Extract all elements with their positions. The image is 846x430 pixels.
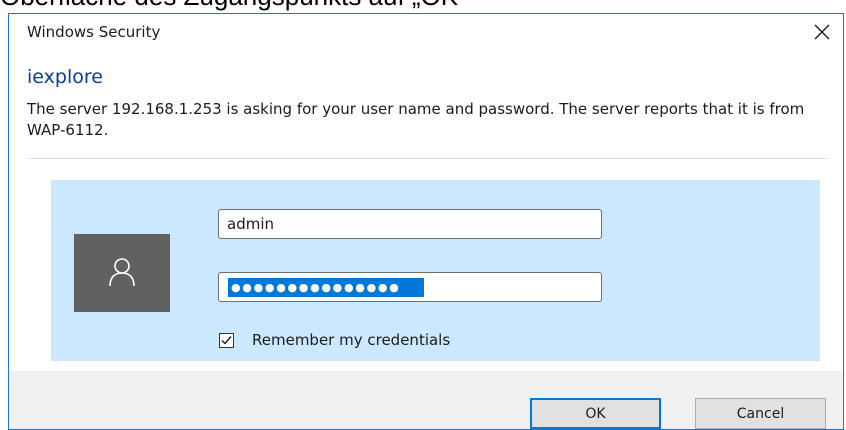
remember-checkbox[interactable] xyxy=(219,332,234,348)
remember-label: Remember my credentials xyxy=(252,331,451,349)
close-icon xyxy=(814,24,830,40)
credential-panel: admin ●●●●●●●●●●●●●●● Remember my creden… xyxy=(51,180,820,361)
button-bar: OK Cancel xyxy=(9,371,843,429)
password-selection: ●●●●●●●●●●●●●●● xyxy=(228,278,424,297)
app-name: iexplore xyxy=(27,66,103,88)
cancel-button[interactable]: Cancel xyxy=(695,398,826,429)
username-field[interactable]: admin xyxy=(218,209,602,239)
title-bar: Windows Security xyxy=(9,14,843,50)
remember-credentials-row[interactable]: Remember my credentials xyxy=(219,330,450,350)
user-icon xyxy=(109,258,135,287)
ok-button[interactable]: OK xyxy=(530,398,661,429)
background-caption: Oberfläche des Zugangspunkts auf „OK“ xyxy=(0,0,846,11)
screen: Oberfläche des Zugangspunkts auf „OK“ Wi… xyxy=(0,0,846,430)
password-value: ●●●●●●●●●●●●●●● xyxy=(231,281,401,294)
credential-dialog: Windows Security iexplore The server 192… xyxy=(8,13,844,430)
divider xyxy=(27,158,827,159)
prompt-message: The server 192.168.1.253 is asking for y… xyxy=(27,100,805,139)
window-title: Windows Security xyxy=(27,23,161,41)
checkmark-icon xyxy=(221,335,232,345)
username-value: admin xyxy=(227,215,274,233)
password-field[interactable]: ●●●●●●●●●●●●●●● xyxy=(218,272,602,302)
avatar xyxy=(74,234,170,312)
close-button[interactable] xyxy=(807,18,837,46)
